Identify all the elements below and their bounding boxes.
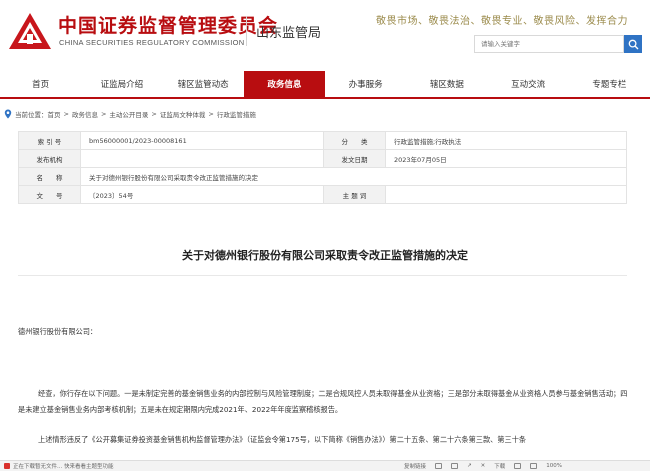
addressee: 德州银行股份有限公司： [18,327,98,336]
slogan: 敬畏市场、敬畏法治、敬畏专业、敬畏风险、发挥合力 [376,16,628,27]
mute-icon[interactable]: ✕ [481,463,486,469]
screenshot-icon[interactable] [435,463,443,469]
name-value: 关于对德州银行股份有限公司采取责令改正监管措施的决定 [80,167,627,186]
status-text: 正在下载暂无文件... 快来看看主题型功能 [13,464,114,470]
download-icon [4,463,10,469]
date-label: 发文日期 [323,149,386,168]
nav-item-services[interactable]: 办事服务 [325,71,406,97]
site-header: 中国证券监督管理委员会 CHINA SECURITIES REGULATORY … [0,0,650,62]
breadcrumb-separator: > [151,110,157,118]
nav-item-government-info[interactable]: 政务信息 [243,71,325,97]
status-right: 复制链接 ↗ ✕ 下载 100% [404,462,562,470]
breadcrumb-prefix: 当前位置： [15,111,48,119]
breadcrumb-home[interactable]: 首页 [48,109,61,119]
nav-item-regulatory-news[interactable]: 辖区监管动态 [163,71,244,97]
brand-name-en: CHINA SECURITIES REGULATORY COMMISSION [59,38,245,47]
table-row: 索 引 号 bm56000001/2023-00008161 分 类 行政监管措… [18,131,627,150]
docno-value: 〔2023〕54号 [80,185,324,204]
brand-name-cn: 中国证券监督管理委员会 [58,15,279,37]
subject-label: 主 题 词 [323,185,386,204]
breadcrumb-government-info[interactable]: 政务信息 [72,109,98,119]
csrc-logo[interactable] [8,12,52,50]
copy-link-button[interactable]: 复制链接 [404,462,426,470]
bureau-name: 山东监管局 [256,26,322,41]
location-icon [4,109,12,119]
category-label: 分 类 [323,131,386,150]
title-divider [18,275,627,276]
breadcrumb-separator: > [100,110,107,118]
category-value: 行政监管措施;行政执法 [385,131,627,150]
nav-item-data[interactable]: 辖区数据 [406,71,487,97]
window-icon[interactable] [451,463,459,469]
breadcrumb-doc-types[interactable]: 证监局文种体裁 [160,109,206,119]
table-row: 发布机构 发文日期 2023年07月05日 [18,149,627,168]
brand-divider [246,16,247,46]
index-label: 索 引 号 [18,131,81,150]
breadcrumb-separator: > [63,110,69,118]
status-left: 正在下载暂无文件... 快来看看主题型功能 [4,462,114,470]
document-title: 关于对德州银行股份有限公司采取责令改正监管措施的决定 [182,249,468,262]
publisher-label: 发布机构 [18,149,81,168]
subject-value [385,185,627,204]
body-paragraph: 上述情形违反了《公开募集证券投资基金销售机构监督管理办法》（证监会令第175号，… [38,435,527,444]
main-nav: 首页 证监局介绍 辖区监管动态 政务信息 办事服务 辖区数据 互动交流 专题专栏 [0,71,650,99]
nav-item-intro[interactable]: 证监局介绍 [81,71,162,97]
nav-item-interaction[interactable]: 互动交流 [488,71,569,97]
reader-icon[interactable] [514,463,522,469]
nav-item-topics[interactable]: 专题专栏 [569,71,650,97]
index-value: bm56000001/2023-00008161 [80,131,324,150]
breadcrumb-current[interactable]: 行政监管措施 [217,109,256,119]
document-info-table: 索 引 号 bm56000001/2023-00008161 分 类 行政监管措… [18,131,627,204]
docno-label: 文 号 [18,185,81,204]
publisher-value [80,149,324,168]
browser-status-bar: 正在下载暂无文件... 快来看看主题型功能 复制链接 ↗ ✕ 下载 100% [0,460,650,471]
share-icon[interactable]: ↗ [467,463,472,469]
table-row: 名 称 关于对德州银行股份有限公司采取责令改正监管措施的决定 [18,167,627,186]
split-icon[interactable] [530,463,538,469]
download-button[interactable]: 下载 [494,462,505,470]
breadcrumb-public-catalog[interactable]: 主动公开目录 [109,109,148,119]
search-icon [628,39,638,49]
breadcrumb: 当前位置： 首页 > 政务信息 > 主动公开目录 > 证监局文种体裁 > 行政监… [4,108,256,120]
search-button[interactable] [624,35,642,53]
date-value: 2023年07月05日 [385,149,627,168]
search-input[interactable] [474,35,624,53]
zoom-level[interactable]: 100% [546,463,562,469]
table-row: 文 号 〔2023〕54号 主 题 词 [18,185,627,204]
body-paragraph: 经查，你行存在以下问题。一是未制定完善的基金销售业务的内部控制与风险管理制度；二… [18,389,628,414]
name-label: 名 称 [18,167,81,186]
nav-item-home[interactable]: 首页 [0,71,81,97]
breadcrumb-separator: > [208,110,214,118]
